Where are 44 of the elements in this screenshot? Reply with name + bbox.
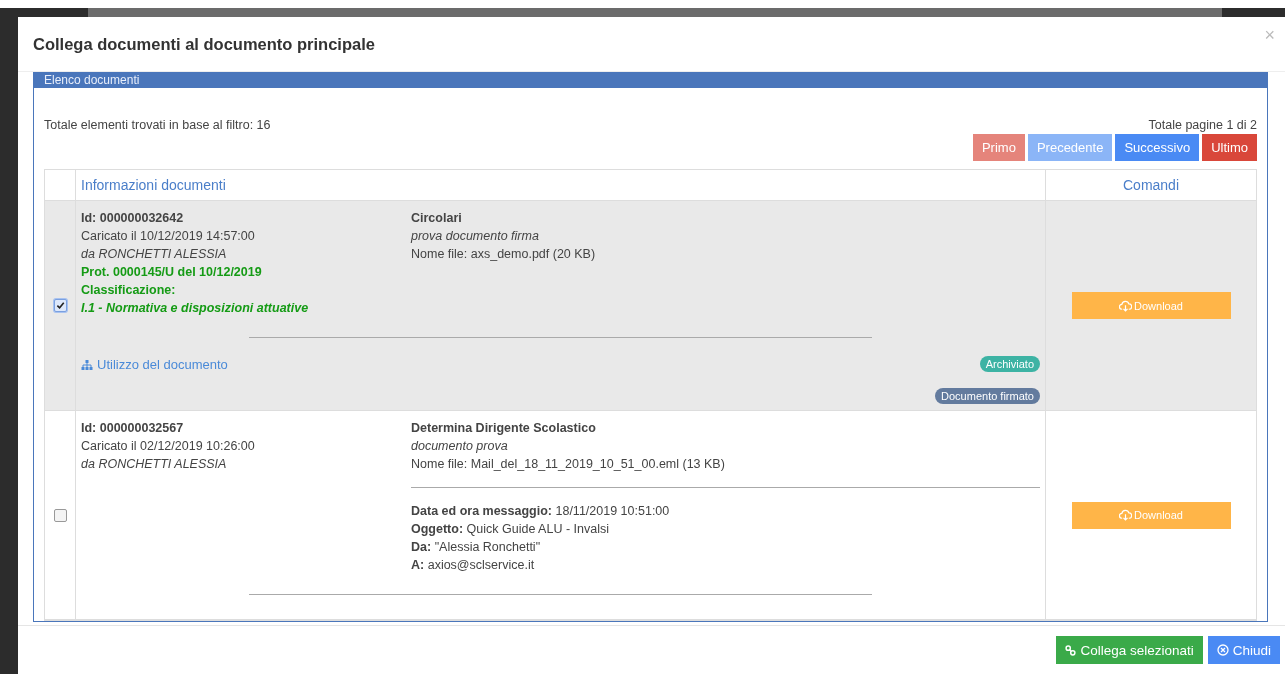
email-field: Oggetto: Quick Guide ALU - Invalsi <box>411 520 1040 538</box>
upload-date: Caricato il 02/12/2019 10:26:00 <box>81 438 256 455</box>
modal-title: Collega documenti al documento principale <box>33 34 375 54</box>
status-badge: Documento firmato <box>935 388 1040 404</box>
link-icon <box>1065 644 1077 656</box>
status-badge: Archiviato <box>979 356 1040 372</box>
row-checkbox[interactable] <box>53 299 67 312</box>
column-header: Comandi <box>1123 177 1179 193</box>
pager-button[interactable]: Precedente <box>1027 134 1113 161</box>
protocol-number: Prot. 0000145/U del 10/12/2019 <box>81 264 263 281</box>
upload-date: Caricato il 10/12/2019 14:57:00 <box>81 228 256 245</box>
email-field: A: axios@sclservice.it <box>411 556 1040 574</box>
pager-button[interactable]: Primo <box>972 134 1025 161</box>
document-id: Id: 000000032567 <box>81 420 185 437</box>
usage-link[interactable]: Utilizzo del documento <box>81 356 228 374</box>
file-name: Nome file: Mail_del_18_11_2019_10_51_00.eml (13 KB) <box>411 456 726 473</box>
email-field: Da: "Alessia Ronchetti" <box>411 538 1040 556</box>
author: da RONCHETTI ALESSIA <box>81 246 228 263</box>
classification-label: Classificazione: <box>81 282 177 299</box>
download-button[interactable]: Download <box>1071 501 1231 529</box>
document-description: documento prova <box>411 438 509 455</box>
panel-title: Elenco documenti <box>44 73 140 87</box>
link-button[interactable]: Collega selezionati <box>1056 636 1203 664</box>
file-name: Nome file: axs_demo.pdf (20 KB) <box>411 246 597 263</box>
document-id: Id: 000000032642 <box>81 210 185 227</box>
classification-value: I.1 - Normativa e disposizioni attuative <box>81 300 310 317</box>
cloud-download-icon <box>1119 509 1133 521</box>
column-header: Informazioni documenti <box>81 177 226 193</box>
close-button[interactable]: Chiudi <box>1207 636 1280 664</box>
download-button[interactable]: Download <box>1071 292 1231 319</box>
document-category: Circolari <box>411 210 463 227</box>
cloud-download-icon <box>1119 299 1133 312</box>
close-circle-icon <box>1216 644 1229 656</box>
page-count: Totale pagine 1 di 2 <box>1148 118 1257 132</box>
document-description: prova documento firma <box>411 228 540 245</box>
total-count: Totale elementi trovati in base al filtro: 16 <box>44 118 271 132</box>
row-checkbox[interactable] <box>53 508 67 522</box>
pager-button[interactable]: Successivo <box>1115 134 1200 161</box>
pager-button[interactable]: Ultimo <box>1202 134 1257 161</box>
document-category: Determina Dirigente Scolastico <box>411 420 597 437</box>
author: da RONCHETTI ALESSIA <box>81 456 228 473</box>
sitemap-icon <box>81 359 93 371</box>
email-field: Data ed ora messaggio: 18/11/2019 10:51:00 <box>411 502 1040 520</box>
close-button[interactable]: × <box>1260 25 1279 46</box>
